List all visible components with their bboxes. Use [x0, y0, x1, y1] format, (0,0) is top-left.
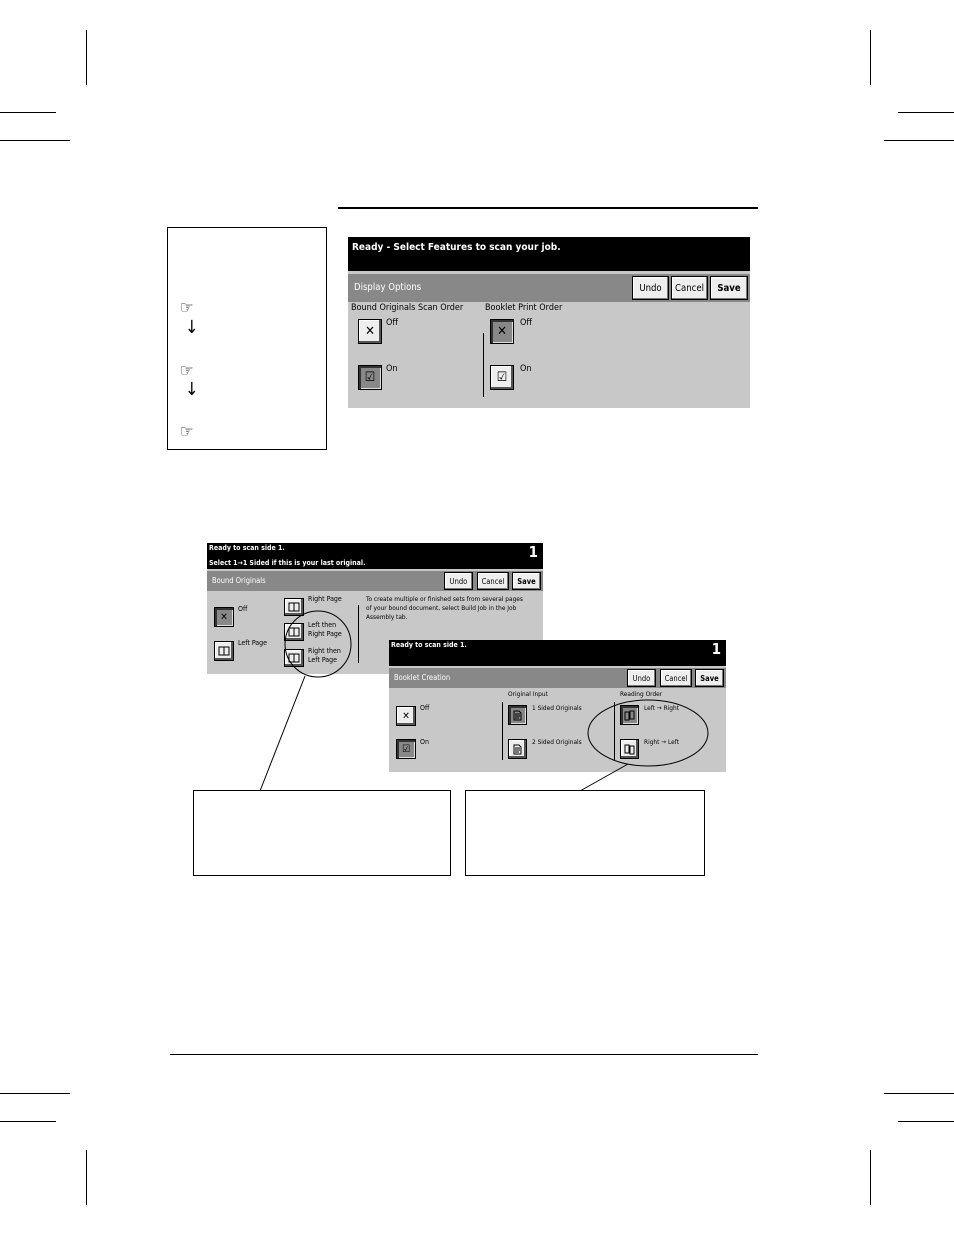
caption-box-right: [465, 790, 705, 876]
callout-ellipse-bound: [284, 610, 352, 678]
caption-box-left: [193, 790, 451, 876]
callout-overlay: [259, 610, 709, 792]
leader-line: [579, 763, 629, 792]
callout-ellipse-reading-order: [587, 699, 709, 767]
leader-line: [259, 675, 306, 792]
